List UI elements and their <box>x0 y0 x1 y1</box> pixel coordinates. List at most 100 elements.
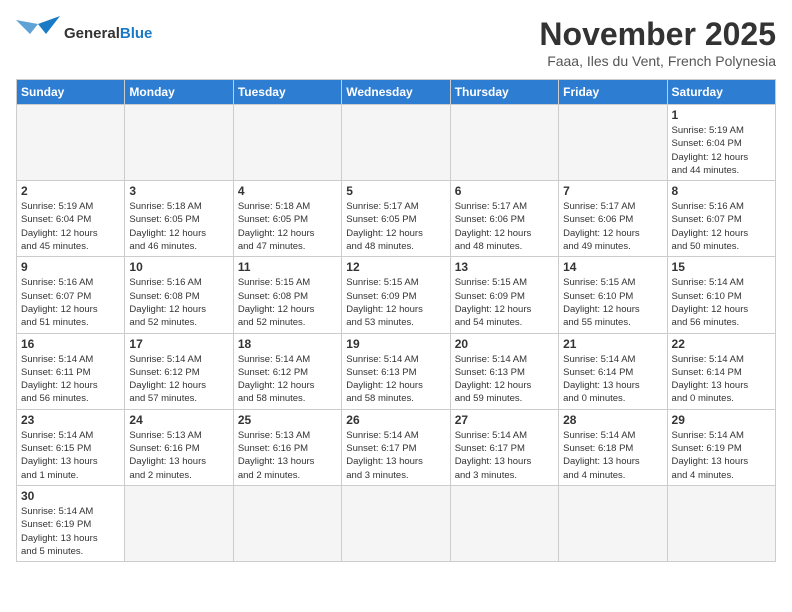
day-info: Sunrise: 5:15 AM Sunset: 6:10 PM Dayligh… <box>563 276 662 329</box>
day-info: Sunrise: 5:19 AM Sunset: 6:04 PM Dayligh… <box>21 200 120 253</box>
day-info: Sunrise: 5:14 AM Sunset: 6:17 PM Dayligh… <box>455 429 554 482</box>
logo-text: GeneralBlue <box>64 26 152 43</box>
day-number: 16 <box>21 337 120 351</box>
calendar-cell: 30 Sunrise: 5:14 AM Sunset: 6:19 PM Dayli… <box>17 485 125 561</box>
day-number: 28 <box>563 413 662 427</box>
calendar-cell: 1 Sunrise: 5:19 AM Sunset: 6:04 PM Daylig… <box>667 105 775 181</box>
day-number: 5 <box>346 184 445 198</box>
day-number: 23 <box>21 413 120 427</box>
day-number: 3 <box>129 184 228 198</box>
calendar-cell <box>233 485 341 561</box>
day-info: Sunrise: 5:13 AM Sunset: 6:16 PM Dayligh… <box>238 429 337 482</box>
calendar-cell <box>125 105 233 181</box>
day-info: Sunrise: 5:14 AM Sunset: 6:12 PM Dayligh… <box>238 353 337 406</box>
calendar-cell: 2 Sunrise: 5:19 AM Sunset: 6:04 PM Daylig… <box>17 181 125 257</box>
day-number: 14 <box>563 260 662 274</box>
day-info: Sunrise: 5:14 AM Sunset: 6:12 PM Dayligh… <box>129 353 228 406</box>
day-info: Sunrise: 5:17 AM Sunset: 6:06 PM Dayligh… <box>563 200 662 253</box>
day-number: 30 <box>21 489 120 503</box>
calendar-cell: 7 Sunrise: 5:17 AM Sunset: 6:06 PM Daylig… <box>559 181 667 257</box>
day-info: Sunrise: 5:17 AM Sunset: 6:06 PM Dayligh… <box>455 200 554 253</box>
subtitle: Faaa, Iles du Vent, French Polynesia <box>539 53 776 69</box>
calendar-cell: 20 Sunrise: 5:14 AM Sunset: 6:13 PM Dayli… <box>450 333 558 409</box>
day-of-week-header: Tuesday <box>233 80 341 105</box>
calendar-cell <box>17 105 125 181</box>
day-info: Sunrise: 5:16 AM Sunset: 6:08 PM Dayligh… <box>129 276 228 329</box>
day-info: Sunrise: 5:15 AM Sunset: 6:08 PM Dayligh… <box>238 276 337 329</box>
day-number: 13 <box>455 260 554 274</box>
calendar-cell: 24 Sunrise: 5:13 AM Sunset: 6:16 PM Dayli… <box>125 409 233 485</box>
calendar-cell: 16Sunrise: 5:14 AM Sunset: 6:11 PM Dayli… <box>17 333 125 409</box>
day-number: 24 <box>129 413 228 427</box>
day-number: 2 <box>21 184 120 198</box>
day-number: 1 <box>672 108 771 122</box>
day-number: 22 <box>672 337 771 351</box>
day-number: 8 <box>672 184 771 198</box>
logo-icon <box>16 16 60 52</box>
calendar-cell <box>342 485 450 561</box>
calendar-cell <box>559 485 667 561</box>
calendar-cell: 3 Sunrise: 5:18 AM Sunset: 6:05 PM Daylig… <box>125 181 233 257</box>
title-area: November 2025 Faaa, Iles du Vent, French… <box>539 16 776 69</box>
calendar-cell: 22 Sunrise: 5:14 AM Sunset: 6:14 PM Dayli… <box>667 333 775 409</box>
day-number: 7 <box>563 184 662 198</box>
calendar-cell <box>342 105 450 181</box>
calendar-cell <box>667 485 775 561</box>
day-number: 15 <box>672 260 771 274</box>
day-info: Sunrise: 5:13 AM Sunset: 6:16 PM Dayligh… <box>129 429 228 482</box>
day-info: Sunrise: 5:14 AM Sunset: 6:15 PM Dayligh… <box>21 429 120 482</box>
day-of-week-header: Wednesday <box>342 80 450 105</box>
calendar-cell: 17 Sunrise: 5:14 AM Sunset: 6:12 PM Dayli… <box>125 333 233 409</box>
day-info: Sunrise: 5:18 AM Sunset: 6:05 PM Dayligh… <box>238 200 337 253</box>
day-info: Sunrise: 5:14 AM Sunset: 6:13 PM Dayligh… <box>346 353 445 406</box>
day-number: 11 <box>238 260 337 274</box>
day-info: Sunrise: 5:18 AM Sunset: 6:05 PM Dayligh… <box>129 200 228 253</box>
calendar-cell: 27 Sunrise: 5:14 AM Sunset: 6:17 PM Dayli… <box>450 409 558 485</box>
day-info: Sunrise: 5:14 AM Sunset: 6:14 PM Dayligh… <box>672 353 771 406</box>
day-number: 27 <box>455 413 554 427</box>
day-of-week-header: Monday <box>125 80 233 105</box>
calendar-cell <box>450 105 558 181</box>
calendar-cell: 23 Sunrise: 5:14 AM Sunset: 6:15 PM Dayli… <box>17 409 125 485</box>
calendar-cell: 19 Sunrise: 5:14 AM Sunset: 6:13 PM Dayli… <box>342 333 450 409</box>
calendar-week-row: 9Sunrise: 5:16 AM Sunset: 6:07 PM Daylig… <box>17 257 776 333</box>
calendar-cell <box>125 485 233 561</box>
day-info: Sunrise: 5:16 AM Sunset: 6:07 PM Dayligh… <box>21 276 120 329</box>
calendar-cell: 6 Sunrise: 5:17 AM Sunset: 6:06 PM Daylig… <box>450 181 558 257</box>
day-info: Sunrise: 5:15 AM Sunset: 6:09 PM Dayligh… <box>455 276 554 329</box>
calendar-cell: 25Sunrise: 5:13 AM Sunset: 6:16 PM Dayli… <box>233 409 341 485</box>
calendar-cell: 12Sunrise: 5:15 AM Sunset: 6:09 PM Dayli… <box>342 257 450 333</box>
day-info: Sunrise: 5:14 AM Sunset: 6:13 PM Dayligh… <box>455 353 554 406</box>
day-of-week-header: Thursday <box>450 80 558 105</box>
day-info: Sunrise: 5:14 AM Sunset: 6:14 PM Dayligh… <box>563 353 662 406</box>
calendar-cell <box>233 105 341 181</box>
day-info: Sunrise: 5:14 AM Sunset: 6:18 PM Dayligh… <box>563 429 662 482</box>
day-info: Sunrise: 5:19 AM Sunset: 6:04 PM Dayligh… <box>672 124 771 177</box>
calendar-week-row: 2 Sunrise: 5:19 AM Sunset: 6:04 PM Daylig… <box>17 181 776 257</box>
day-info: Sunrise: 5:16 AM Sunset: 6:07 PM Dayligh… <box>672 200 771 253</box>
day-info: Sunrise: 5:14 AM Sunset: 6:17 PM Dayligh… <box>346 429 445 482</box>
day-info: Sunrise: 5:17 AM Sunset: 6:05 PM Dayligh… <box>346 200 445 253</box>
day-number: 4 <box>238 184 337 198</box>
day-number: 21 <box>563 337 662 351</box>
day-info: Sunrise: 5:14 AM Sunset: 6:19 PM Dayligh… <box>21 505 120 558</box>
day-number: 19 <box>346 337 445 351</box>
day-number: 26 <box>346 413 445 427</box>
calendar-week-row: 30 Sunrise: 5:14 AM Sunset: 6:19 PM Dayli… <box>17 485 776 561</box>
header: GeneralBlue November 2025 Faaa, Iles du … <box>16 16 776 69</box>
day-of-week-header: Sunday <box>17 80 125 105</box>
calendar: SundayMondayTuesdayWednesdayThursdayFrid… <box>16 79 776 562</box>
calendar-week-row: 23 Sunrise: 5:14 AM Sunset: 6:15 PM Dayli… <box>17 409 776 485</box>
day-info: Sunrise: 5:14 AM Sunset: 6:10 PM Dayligh… <box>672 276 771 329</box>
calendar-cell: 9Sunrise: 5:16 AM Sunset: 6:07 PM Daylig… <box>17 257 125 333</box>
month-title: November 2025 <box>539 16 776 53</box>
day-number: 6 <box>455 184 554 198</box>
calendar-cell: 13 Sunrise: 5:15 AM Sunset: 6:09 PM Dayli… <box>450 257 558 333</box>
day-number: 20 <box>455 337 554 351</box>
logo: GeneralBlue <box>16 16 152 52</box>
day-number: 12 <box>346 260 445 274</box>
calendar-cell: 10Sunrise: 5:16 AM Sunset: 6:08 PM Dayli… <box>125 257 233 333</box>
calendar-cell: 18Sunrise: 5:14 AM Sunset: 6:12 PM Dayli… <box>233 333 341 409</box>
calendar-cell: 11 Sunrise: 5:15 AM Sunset: 6:08 PM Dayli… <box>233 257 341 333</box>
day-number: 17 <box>129 337 228 351</box>
